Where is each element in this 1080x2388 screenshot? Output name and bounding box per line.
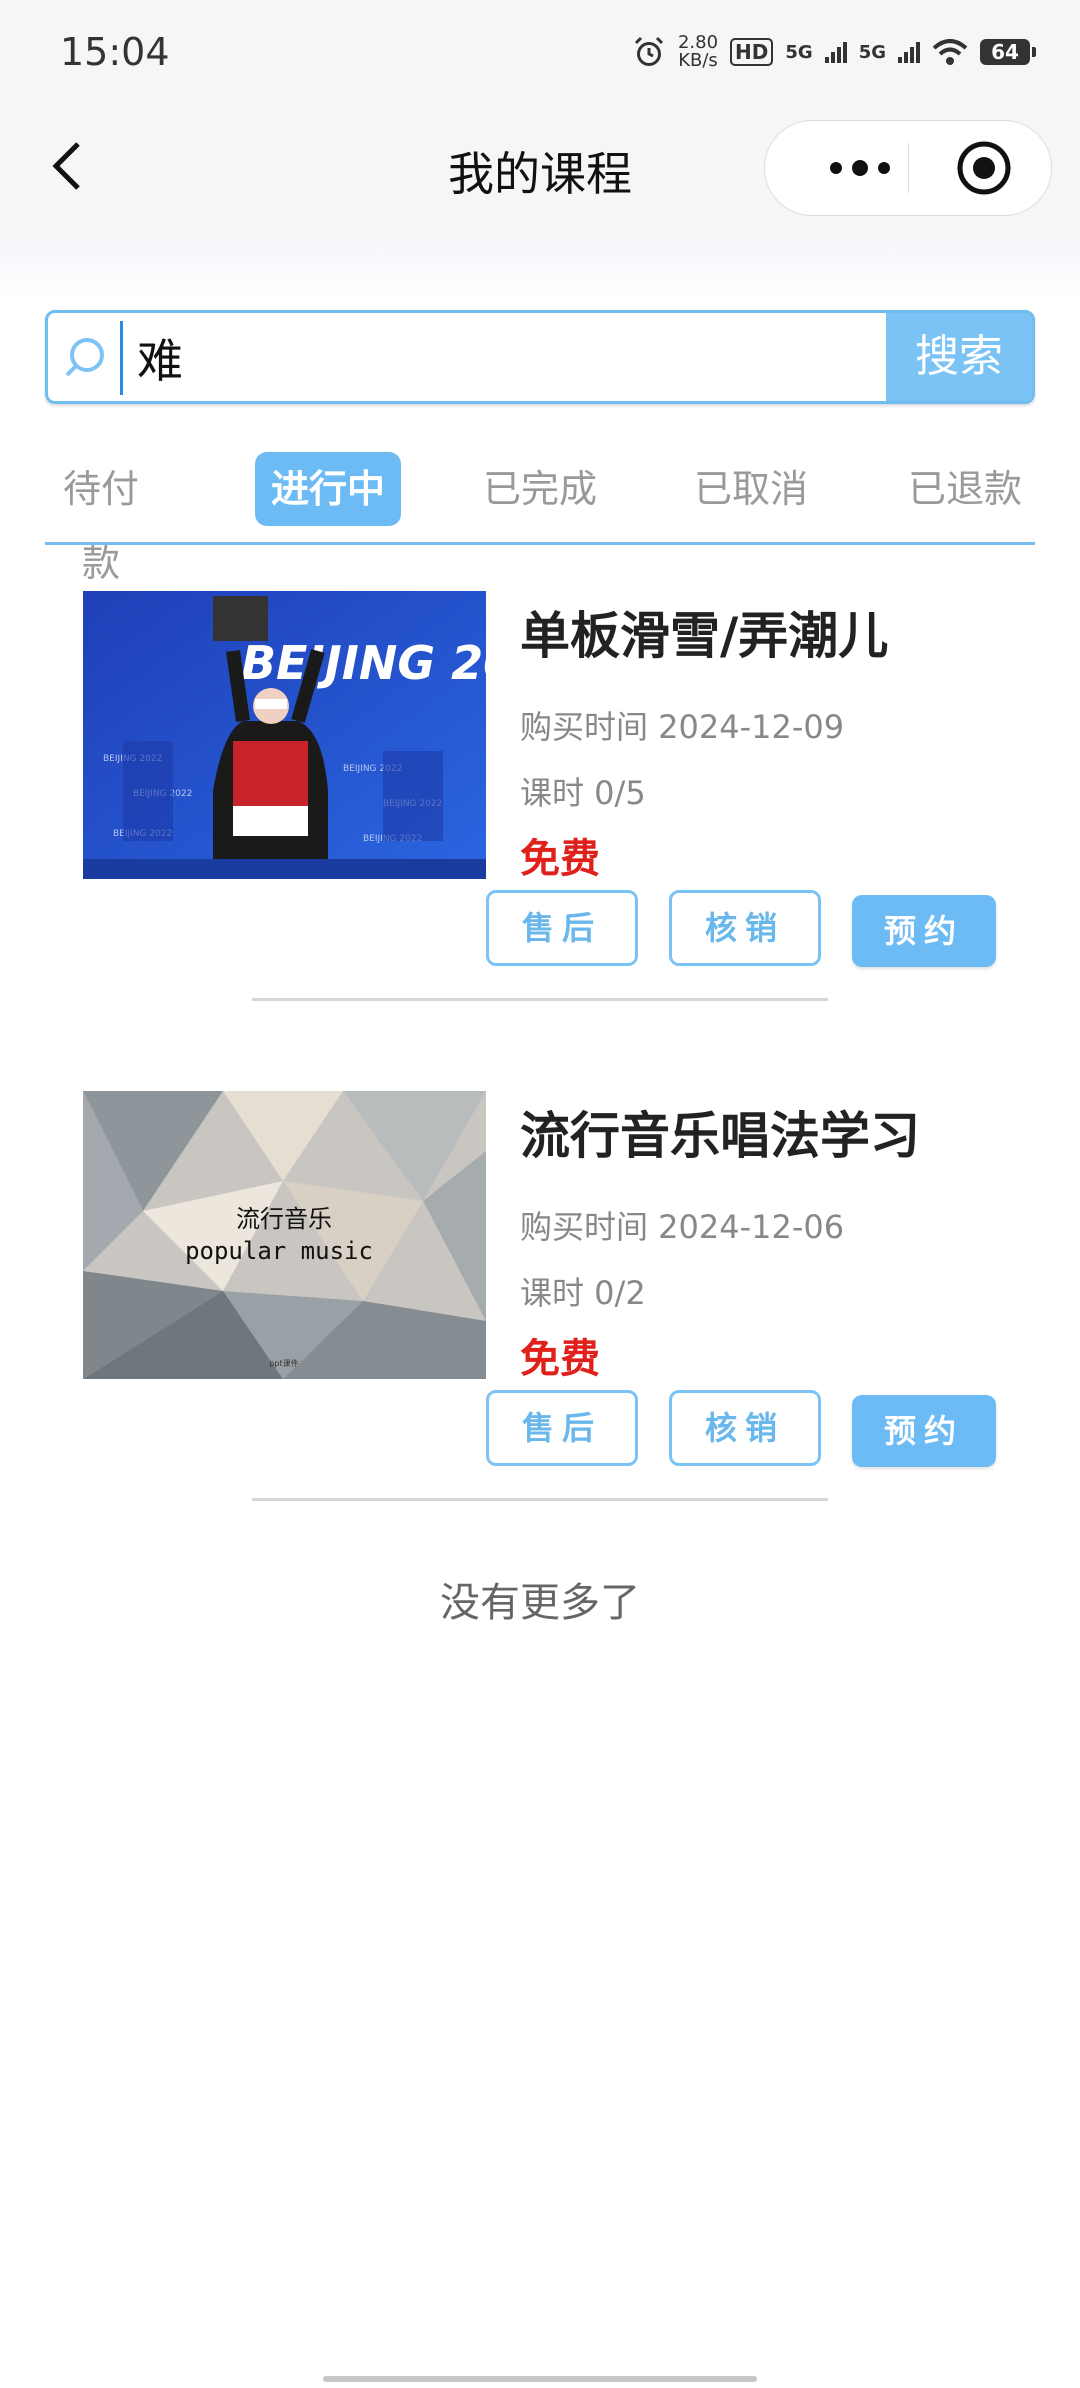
status-icons: 2.80 KB/s HD 5G 5G 64 xyxy=(632,32,1036,71)
alarm-icon xyxy=(634,36,664,66)
hd-icon: HD xyxy=(730,38,774,66)
thumb-text-1: 流行音乐 xyxy=(236,1205,332,1233)
more-button[interactable] xyxy=(805,121,915,215)
signal-icon xyxy=(824,41,847,63)
network-speed: 2.80 KB/s xyxy=(677,32,719,71)
after-sale-button[interactable]: 售后 xyxy=(486,890,638,966)
home-indicator[interactable] xyxy=(323,2376,757,2382)
after-sale-button[interactable]: 售后 xyxy=(486,1390,638,1466)
signal-icon xyxy=(898,41,920,63)
thumb-title: BEIJING 2022 xyxy=(241,636,486,690)
reserve-button[interactable]: 预约 xyxy=(852,895,996,967)
tab-completed[interactable]: 已完成 xyxy=(482,452,598,526)
wifi-icon xyxy=(932,39,968,65)
verify-button[interactable]: 核销 xyxy=(669,1390,821,1466)
network-type-1: 5G xyxy=(785,41,813,63)
tab-in-progress[interactable]: 进行中 xyxy=(255,452,401,526)
more-dots-icon xyxy=(830,162,842,174)
tab-pending-payment[interactable]: 待付款 xyxy=(45,452,157,585)
course-thumbnail: BEIJING 2022 BEIJING 2022 BEIJING 2022 B… xyxy=(83,591,486,879)
verify-button[interactable]: 核销 xyxy=(669,890,821,966)
purchase-time: 购买时间 2024-12-06 xyxy=(520,1208,845,1246)
status-tabs: 待付款 进行中 已完成 已取消 已退款 xyxy=(45,452,1035,585)
no-more-text: 没有更多了 xyxy=(440,1580,640,1626)
card-divider xyxy=(252,998,828,1001)
close-button[interactable] xyxy=(955,139,1013,197)
tabs-underline xyxy=(45,542,1035,545)
tab-refunded[interactable]: 已退款 xyxy=(905,452,1025,526)
reserve-button[interactable]: 预约 xyxy=(852,1395,996,1467)
card-divider xyxy=(252,1498,828,1501)
search-icon xyxy=(62,335,108,381)
lesson-progress: 课时 0/5 xyxy=(520,774,646,812)
thumb-text-2: popular music xyxy=(185,1237,373,1265)
lesson-progress: 课时 0/2 xyxy=(520,1274,646,1312)
thumb-footer: ppt课件 xyxy=(269,1358,298,1368)
status-time: 15:04 xyxy=(60,30,170,74)
course-price: 免费 xyxy=(520,836,600,882)
purchase-time: 购买时间 2024-12-09 xyxy=(520,708,845,746)
course-thumbnail: 流行音乐 popular music ppt课件 xyxy=(83,1091,486,1379)
battery-icon: 64 xyxy=(980,39,1036,65)
course-title: 流行音乐唱法学习 xyxy=(520,1107,920,1165)
status-bar: 15:04 2.80 KB/s HD 5G 5G 64 xyxy=(0,0,1080,118)
tab-cancelled[interactable]: 已取消 xyxy=(693,452,809,526)
mini-program-capsule xyxy=(764,120,1052,216)
header-gradient xyxy=(0,238,1080,300)
target-icon xyxy=(957,141,1011,195)
search-button[interactable]: 搜索 xyxy=(886,313,1032,401)
capsule-divider xyxy=(908,143,909,193)
search-bar: 搜索 xyxy=(45,310,1035,404)
course-title: 单板滑雪/弄潮儿 xyxy=(520,607,889,665)
search-input[interactable] xyxy=(120,321,939,395)
network-type-2: 5G xyxy=(858,41,886,63)
course-price: 免费 xyxy=(520,1336,600,1382)
